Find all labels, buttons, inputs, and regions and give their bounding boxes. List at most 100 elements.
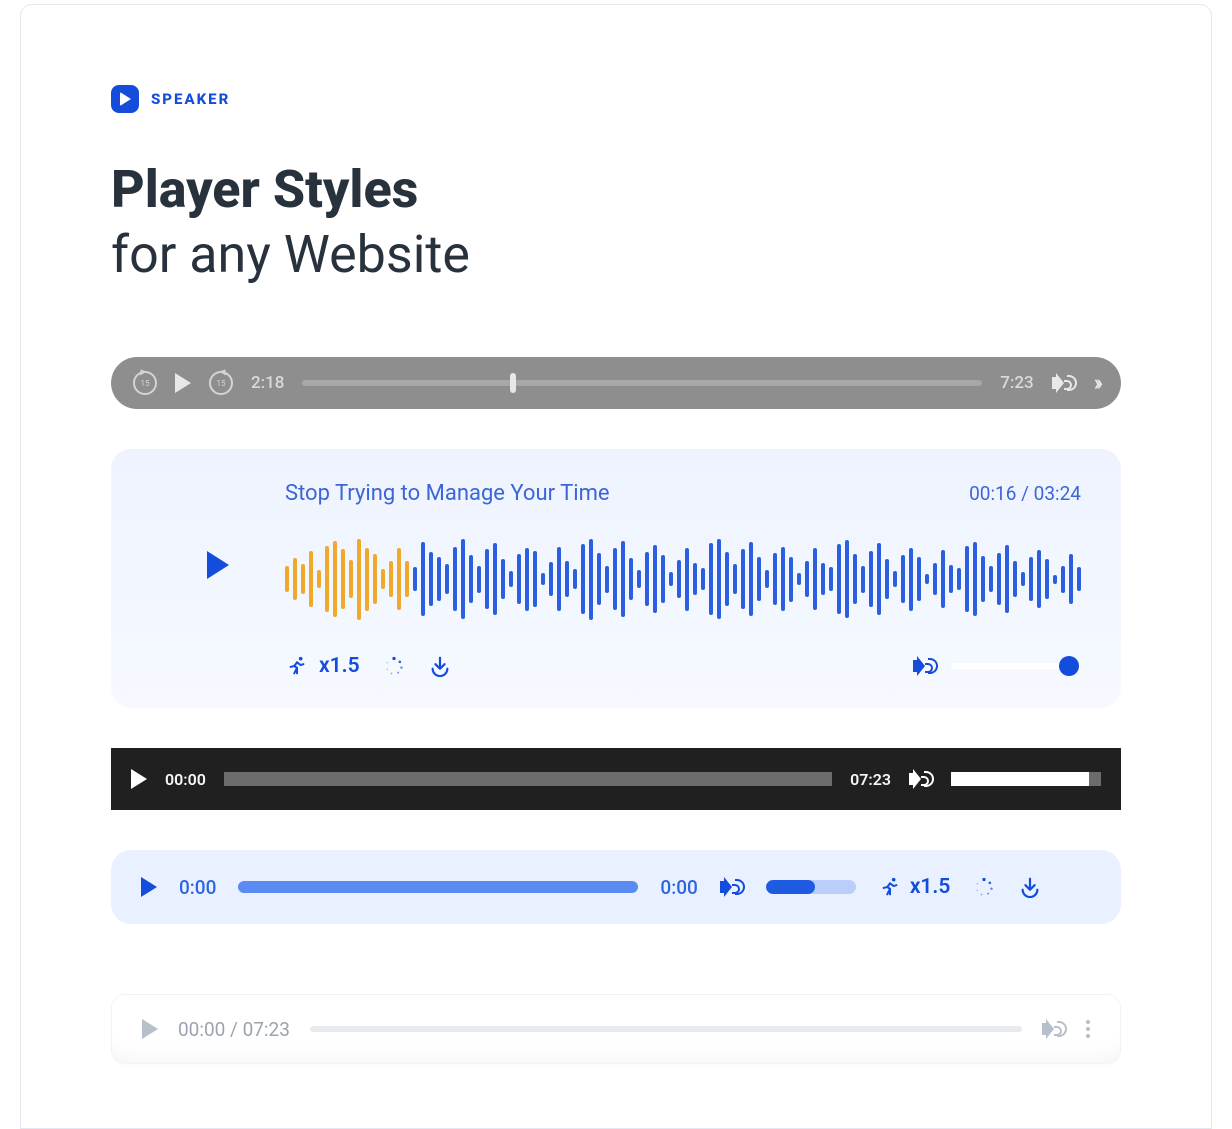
current-time: 0:00: [179, 876, 216, 899]
player-minimal-outline: 00:00 / 07:23: [111, 994, 1121, 1064]
waveform-bar: [613, 548, 617, 609]
waveform-bar: [309, 551, 313, 607]
download-icon[interactable]: [1018, 875, 1042, 899]
waveform-bar: [637, 570, 641, 588]
loading-icon[interactable]: [972, 875, 996, 899]
waveform-bar: [373, 554, 377, 604]
play-button[interactable]: [207, 551, 229, 579]
waveform-bar: [749, 542, 753, 616]
waveform-bar: [285, 566, 289, 591]
waveform-bar: [525, 548, 529, 611]
waveform-bar: [341, 549, 345, 608]
waveform-bar: [877, 543, 881, 615]
waveform-bar: [597, 553, 601, 605]
time-display: 00:16 / 03:24: [969, 482, 1081, 505]
brand-name: SPEAKER: [151, 90, 230, 108]
more-menu-icon[interactable]: [1086, 1020, 1090, 1038]
waveform-bar: [789, 557, 793, 602]
volume-icon[interactable]: [913, 656, 937, 676]
waveform-bar: [501, 559, 505, 599]
volume-slider[interactable]: [951, 663, 1081, 669]
duration: 0:00: [660, 876, 697, 899]
current-time: 2:18: [251, 373, 284, 393]
skip-forward-icon[interactable]: ››: [1094, 371, 1099, 396]
waveform-bar: [485, 549, 489, 608]
download-icon[interactable]: [428, 654, 452, 678]
waveform-bar: [901, 555, 905, 604]
waveform-bar: [837, 544, 841, 614]
heading-line-2: for any Website: [111, 222, 1121, 287]
waveform-bar: [413, 567, 417, 590]
volume-slider[interactable]: [951, 772, 1101, 786]
progress-track[interactable]: [302, 380, 982, 386]
duration: 7:23: [1000, 373, 1033, 393]
waveform-bar: [917, 557, 921, 600]
waveform-bar: [1069, 554, 1073, 604]
waveform-bar: [549, 562, 553, 596]
volume-knob[interactable]: [1059, 656, 1079, 676]
waveform-bar: [469, 555, 473, 604]
waveform-bar: [317, 570, 321, 588]
waveform-bar: [701, 568, 705, 590]
waveform-bar: [405, 561, 409, 597]
waveform-bar: [661, 555, 665, 604]
running-icon: [285, 654, 309, 678]
progress-track[interactable]: [238, 881, 638, 893]
waveform-bar: [1029, 557, 1033, 600]
loading-icon[interactable]: [382, 654, 406, 678]
waveform-bar: [1005, 545, 1009, 613]
waveform-bar: [357, 539, 361, 620]
waveform-bar: [557, 547, 561, 612]
waveform-bar: [445, 564, 449, 595]
playback-speed[interactable]: x1.5: [878, 875, 951, 899]
waveform-bar: [941, 550, 945, 608]
waveform-bar: [293, 558, 297, 599]
waveform-bar: [397, 548, 401, 609]
waveform-bar: [581, 544, 585, 614]
waveform-bar: [645, 552, 649, 606]
waveform-bar: [829, 567, 833, 590]
waveform-bar: [973, 542, 977, 616]
volume-slider[interactable]: [766, 880, 856, 894]
waveform-bar: [605, 566, 609, 593]
waveform-bar: [757, 557, 761, 600]
waveform-bar: [333, 541, 337, 617]
waveform-bar: [845, 540, 849, 617]
speed-label: x1.5: [910, 875, 951, 899]
page-title: Player Styles for any Website: [111, 157, 1121, 287]
volume-icon[interactable]: [1052, 373, 1076, 393]
waveform-bar: [861, 566, 865, 593]
waveform-bar: [1045, 559, 1049, 599]
forward-15-icon[interactable]: 15: [209, 371, 233, 395]
track-title: Stop Trying to Manage Your Time: [285, 481, 610, 506]
waveform-bar: [653, 545, 657, 613]
waveform-bar: [453, 547, 457, 612]
progress-knob[interactable]: [510, 373, 516, 393]
waveform-bar: [621, 541, 625, 617]
duration: 07:23: [850, 770, 891, 789]
play-button[interactable]: [142, 1019, 158, 1039]
volume-icon[interactable]: [1042, 1019, 1066, 1039]
waveform-bar: [965, 546, 969, 613]
waveform-bar: [893, 571, 897, 587]
progress-track[interactable]: [224, 772, 832, 786]
volume-icon[interactable]: [909, 769, 933, 789]
progress-track[interactable]: [310, 1026, 1022, 1032]
waveform[interactable]: [285, 534, 1081, 624]
waveform-bar: [957, 568, 961, 590]
waveform-bar: [949, 565, 953, 594]
waveform-bar: [909, 548, 913, 611]
waveform-bar: [981, 556, 985, 603]
waveform-bar: [725, 552, 729, 606]
volume-icon[interactable]: [720, 877, 744, 897]
waveform-bar: [1053, 575, 1057, 584]
rewind-15-icon[interactable]: 15: [133, 371, 157, 395]
player-waveform-card: Stop Trying to Manage Your Time 00:16 / …: [111, 449, 1121, 708]
play-button[interactable]: [131, 769, 147, 789]
waveform-bar: [693, 563, 697, 595]
play-button[interactable]: [141, 877, 157, 897]
waveform-bar: [629, 558, 633, 599]
waveform-bar: [813, 548, 817, 609]
playback-speed[interactable]: x1.5: [285, 654, 360, 678]
play-button[interactable]: [175, 373, 191, 393]
